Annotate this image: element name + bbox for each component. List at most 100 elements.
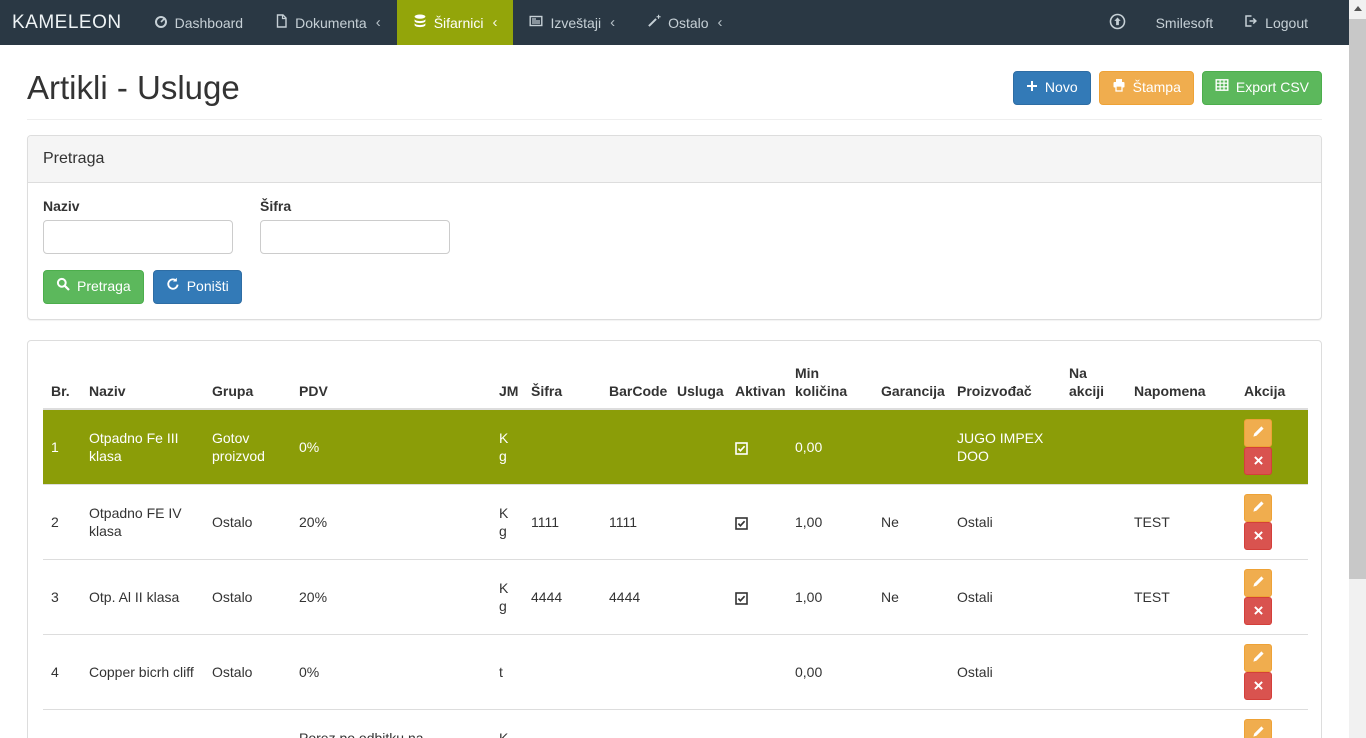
search-button-label: Pretraga: [77, 277, 131, 297]
cell-proizvodjac: JUGO IMPEX DOO: [949, 409, 1061, 485]
reset-button[interactable]: Poništi: [153, 270, 242, 304]
cell-na-akciji: [1061, 635, 1126, 710]
navbar-right: Smilesoft Logout: [1094, 0, 1349, 45]
cell-garancija: [873, 409, 949, 485]
cell-aktivan: [727, 710, 787, 738]
edit-row-button[interactable]: [1244, 719, 1272, 738]
cell-aktivan: [727, 485, 787, 560]
cell-proizvodjac: Ostali: [949, 485, 1061, 560]
pencil-icon: [1252, 724, 1265, 738]
nav-item-ostalo[interactable]: Ostalo ‹: [631, 0, 738, 45]
delete-row-button[interactable]: [1244, 597, 1272, 625]
cell-akcija: [1236, 485, 1308, 560]
table-body: 1 Otpadno Fe III klasa Gotov proizvod 0%…: [43, 409, 1308, 738]
cell-jm: Kg: [491, 710, 523, 738]
chevron-left-icon: ‹: [718, 14, 723, 31]
cell-grupa: Ostalo: [204, 560, 291, 635]
nav-item-sifarnici[interactable]: Šifarnici ‹: [397, 0, 514, 45]
nav-item-label: Dokumenta: [295, 15, 367, 31]
cell-br: 2: [43, 485, 81, 560]
document-icon: [275, 14, 288, 31]
page-toolbar: Novo Štampa Export CSV: [1013, 71, 1322, 105]
logout-icon: [1243, 14, 1258, 31]
cell-naziv: Copper bicrh cliff: [81, 635, 204, 710]
scrollbar-thumb[interactable]: [1349, 19, 1366, 579]
col-header-naziv: Naziv: [81, 356, 204, 409]
logout-button[interactable]: Logout: [1228, 0, 1323, 45]
cell-sifra: 1111: [523, 485, 601, 560]
search-icon: [56, 277, 70, 297]
col-header-proizvodjac: Proizvođač: [949, 356, 1061, 409]
plus-icon: [1026, 78, 1038, 98]
brand-logo[interactable]: KAMELEON: [0, 0, 138, 45]
edit-row-button[interactable]: [1244, 494, 1272, 522]
printer-icon: [1112, 78, 1126, 98]
cell-min-kolicina: 1,00: [787, 485, 873, 560]
print-button[interactable]: Štampa: [1099, 71, 1194, 105]
delete-row-button[interactable]: [1244, 672, 1272, 700]
cell-garancija: [873, 710, 949, 738]
sifra-label: Šifra: [260, 198, 450, 214]
scroll-up-arrow-icon: [1354, 6, 1362, 11]
col-header-pdv: PDV: [291, 356, 491, 409]
export-csv-button[interactable]: Export CSV: [1202, 71, 1322, 105]
nav-item-label: Dashboard: [175, 15, 244, 31]
table-row: 3 Otp. Al II klasa Ostalo 20% Kg 4444 44…: [43, 560, 1308, 635]
delete-row-button[interactable]: [1244, 522, 1272, 550]
cell-jm: Kg: [491, 409, 523, 485]
cell-barcode: 4444: [601, 560, 669, 635]
arrow-circle-up-button[interactable]: [1094, 0, 1141, 45]
cell-sifra: [523, 635, 601, 710]
search-panel-body: Naziv Šifra Pretraga Poništi: [28, 183, 1321, 319]
chevron-left-icon: ‹: [376, 14, 381, 31]
scrollbar-up-button[interactable]: [1349, 0, 1366, 17]
cell-garancija: Ne: [873, 560, 949, 635]
nav-item-dashboard[interactable]: Dashboard: [138, 0, 260, 45]
pencil-icon: [1252, 424, 1265, 442]
cell-sifra: [523, 409, 601, 485]
cell-br: 3: [43, 560, 81, 635]
sifra-input[interactable]: [260, 220, 450, 254]
edit-row-button[interactable]: [1244, 419, 1272, 447]
cell-br: 4: [43, 635, 81, 710]
chevron-left-icon: ‹: [492, 14, 497, 31]
col-header-sifra: Šifra: [523, 356, 601, 409]
cell-barcode: 1111: [601, 485, 669, 560]
cell-aktivan: [727, 635, 787, 710]
cell-sifra: 4444: [523, 560, 601, 635]
edit-row-button[interactable]: [1244, 569, 1272, 597]
nav-item-label: Ostalo: [668, 15, 708, 31]
edit-row-button[interactable]: [1244, 644, 1272, 672]
nav-item-izvestaji[interactable]: Izveštaji ‹: [513, 0, 631, 45]
search-button[interactable]: Pretraga: [43, 270, 144, 304]
print-button-label: Štampa: [1133, 78, 1181, 98]
user-link[interactable]: Smilesoft: [1141, 0, 1229, 45]
x-icon: [1253, 452, 1264, 470]
cell-napomena: [1126, 710, 1236, 738]
cell-br: 5: [43, 710, 81, 738]
pencil-icon: [1252, 574, 1265, 592]
cell-usluga: [669, 409, 727, 485]
col-header-aktivan: Aktivan: [727, 356, 787, 409]
cell-proizvodjac: Ostali: [949, 560, 1061, 635]
cell-min-kolicina: 1,00: [787, 560, 873, 635]
vertical-scrollbar[interactable]: [1349, 0, 1366, 738]
page-title: Artikli - Usluge: [27, 69, 240, 107]
page-header: Artikli - Usluge Novo Štampa Export CSV: [27, 69, 1322, 120]
cell-na-akciji: [1061, 485, 1126, 560]
cell-akcija: [1236, 635, 1308, 710]
naziv-field-group: Naziv: [43, 198, 233, 254]
cell-pdv: 0%: [291, 409, 491, 485]
cell-aktivan: [727, 560, 787, 635]
delete-row-button[interactable]: [1244, 447, 1272, 475]
user-label: Smilesoft: [1156, 15, 1214, 31]
new-button[interactable]: Novo: [1013, 71, 1091, 105]
cell-napomena: TEST: [1126, 560, 1236, 635]
naziv-input[interactable]: [43, 220, 233, 254]
nav-item-dokumenta[interactable]: Dokumenta ‹: [259, 0, 397, 45]
cell-proizvodjac: Ostali: [949, 635, 1061, 710]
cell-garancija: Ne: [873, 485, 949, 560]
cell-akcija: [1236, 710, 1308, 738]
aktivan-checkbox-icon: [735, 589, 748, 605]
cell-jm: t: [491, 635, 523, 710]
